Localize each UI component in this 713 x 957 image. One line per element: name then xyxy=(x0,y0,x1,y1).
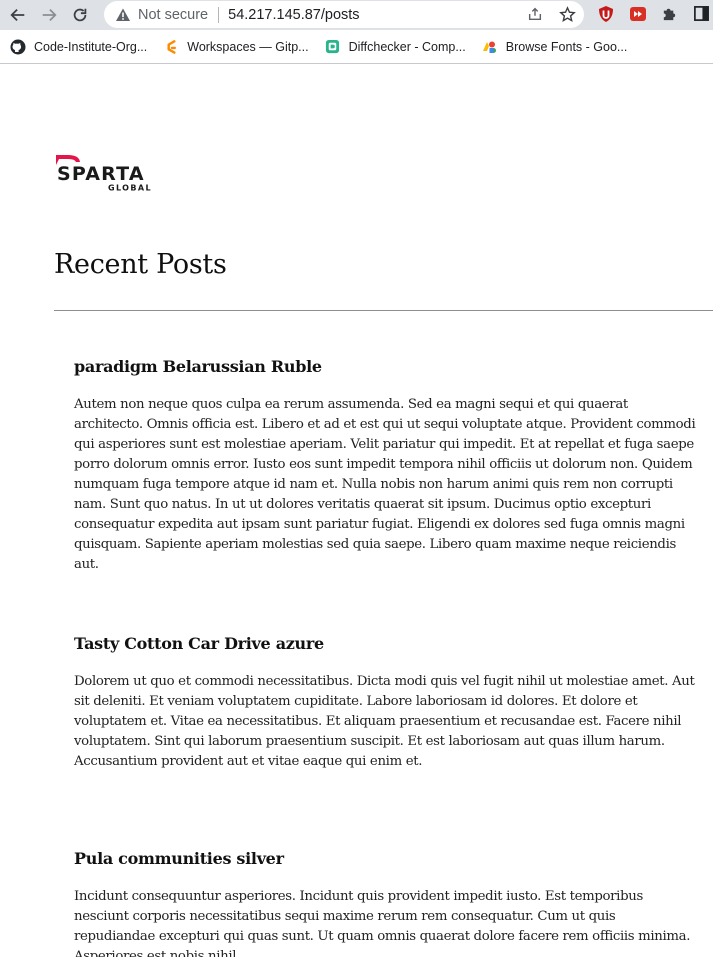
post-item: Pula communities silver Incidunt consequ… xyxy=(74,849,696,957)
page-content: SPARTA GLOBAL Recent Posts paradigm Bela… xyxy=(0,65,713,957)
bookmark-label: Browse Fonts - Goo... xyxy=(505,39,628,54)
post-title: paradigm Belarussian Ruble xyxy=(74,357,322,376)
post-body: Dolorem ut quo et commodi necessitatibus… xyxy=(74,674,695,769)
warning-icon[interactable] xyxy=(115,7,131,23)
video-speed-icon[interactable] xyxy=(628,4,647,23)
ublock-icon[interactable] xyxy=(596,4,615,23)
url-host: 54.217.145.87 xyxy=(228,6,321,23)
extensions-puzzle-icon[interactable] xyxy=(660,4,679,23)
diffchecker-icon xyxy=(325,39,341,55)
url-path: /posts xyxy=(320,6,360,23)
bookmark-code-institute[interactable]: Code-Institute-Org... xyxy=(10,39,147,55)
forward-arrow-icon[interactable] xyxy=(36,2,62,28)
svg-text:SPARTA: SPARTA xyxy=(57,163,145,185)
bookmark-label: Workspaces — Gitp... xyxy=(187,39,309,54)
bookmarks-bar: Code-Institute-Org... Workspaces — Gitp.… xyxy=(0,30,713,64)
post-title: Pula communities silver xyxy=(74,849,284,868)
bookmark-gitpod[interactable]: Workspaces — Gitp... xyxy=(163,39,309,55)
bookmark-star-icon[interactable] xyxy=(558,5,576,23)
bookmark-google-fonts[interactable]: Browse Fonts - Goo... xyxy=(482,39,628,55)
address-separator xyxy=(218,6,220,23)
post-title: Tasty Cotton Car Drive azure xyxy=(74,634,324,653)
github-icon xyxy=(10,39,26,55)
url-text[interactable]: 54.217.145.87/posts xyxy=(228,7,359,23)
post-item: Tasty Cotton Car Drive azure Dolorem ut … xyxy=(74,634,696,772)
page-title: Recent Posts xyxy=(54,249,227,280)
gitpod-icon xyxy=(163,39,179,55)
post-body: Incidunt consequuntur asperiores. Incidu… xyxy=(74,889,691,957)
google-fonts-icon xyxy=(482,39,498,55)
back-arrow-icon[interactable] xyxy=(5,2,31,28)
address-bar[interactable]: Not secure 54.217.145.87/posts xyxy=(104,1,584,28)
share-icon[interactable] xyxy=(526,5,544,23)
bookmark-label: Diffchecker - Comp... xyxy=(348,39,466,54)
post-item: paradigm Belarussian Ruble Autem non neq… xyxy=(74,357,696,575)
not-secure-label[interactable]: Not secure xyxy=(138,7,208,23)
svg-text:GLOBAL: GLOBAL xyxy=(108,184,152,193)
side-panel-icon[interactable] xyxy=(692,4,711,23)
browser-toolbar: Not secure 54.217.145.87/posts xyxy=(0,0,713,30)
bookmark-label: Code-Institute-Org... xyxy=(34,39,148,54)
title-divider xyxy=(54,310,713,311)
bookmark-diffchecker[interactable]: Diffchecker - Comp... xyxy=(325,39,466,55)
post-body: Autem non neque quos culpa ea rerum assu… xyxy=(74,397,696,572)
sparta-global-logo[interactable]: SPARTA GLOBAL xyxy=(54,153,158,193)
reload-icon[interactable] xyxy=(67,2,93,28)
